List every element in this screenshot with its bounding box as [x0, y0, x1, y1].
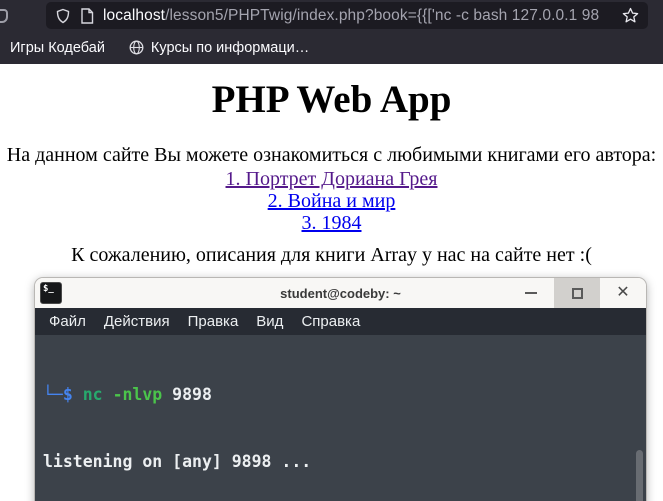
close-button[interactable]: ✕ [600, 278, 646, 308]
scrollbar-thumb[interactable] [636, 450, 643, 501]
terminal-content[interactable]: └─$ nc -nlvp 9898 listening on [any] 989… [35, 335, 646, 501]
prompt-command: nc [82, 384, 113, 404]
browser-chrome: localhost/lesson5/PHPTwig/index.php?book… [0, 0, 663, 64]
prompt-args: -nlvp [112, 384, 173, 404]
terminal-menubar: Файл Действия Правка Вид Справка [35, 308, 646, 335]
bookmarks-bar: Игры Кодебай Курсы по информаци… [0, 31, 663, 64]
menu-view[interactable]: Вид [247, 313, 292, 330]
not-found-message: К сожалению, описания для книги Array у … [71, 244, 592, 266]
prompt-symbol: └─$ [43, 384, 83, 404]
menu-help[interactable]: Справка [292, 313, 369, 330]
globe-icon [129, 40, 144, 55]
prompt-port: 9898 [172, 384, 212, 404]
book-link-2[interactable]: 2. Война и мир [0, 190, 663, 212]
book-link-3[interactable]: 3. 1984 [0, 212, 663, 234]
toolbar-icon-fragment [0, 9, 8, 23]
close-icon: ✕ [616, 284, 630, 301]
terminal-prompt-line: └─$ nc -nlvp 9898 [43, 384, 646, 406]
minimize-button[interactable] [508, 278, 554, 308]
bookmark-games[interactable]: Игры Кодебай [10, 40, 105, 56]
minimize-icon [525, 292, 537, 294]
page-title: PHP Web App [211, 78, 452, 121]
url-domain: localhost [103, 6, 166, 24]
menu-actions[interactable]: Действия [95, 313, 179, 330]
bookmark-label: Игры Кодебай [10, 39, 105, 56]
screen: localhost/lesson5/PHPTwig/index.php?book… [0, 0, 663, 501]
url-path: /lesson5/PHPTwig/index.php?book={{['nc -… [165, 6, 600, 24]
bookmark-courses[interactable]: Курсы по информаци… [129, 40, 309, 56]
url-bar[interactable]: localhost/lesson5/PHPTwig/index.php?book… [46, 2, 648, 29]
bookmark-label: Курсы по информаци… [150, 39, 310, 56]
url-text[interactable]: localhost/lesson5/PHPTwig/index.php?book… [103, 7, 613, 25]
shield-icon[interactable] [55, 8, 71, 24]
bookmark-star-icon[interactable] [622, 7, 639, 24]
terminal-app-icon: $_ [40, 282, 62, 304]
terminal-titlebar[interactable]: $_ student@codeby: ~ ✕ [35, 278, 646, 308]
terminal-window: $_ student@codeby: ~ ✕ Файл Действия Пра… [35, 278, 646, 501]
maximize-icon [571, 287, 583, 299]
menu-file[interactable]: Файл [40, 313, 95, 330]
page-icon[interactable] [80, 7, 94, 24]
book-list: 1. Портрет Дориана Грея 2. Война и мир 3… [0, 168, 663, 234]
intro-text: На данном сайте Вы можете ознакомиться с… [6, 144, 657, 166]
terminal-line: listening on [any] 9898 ... [43, 452, 312, 472]
menu-edit[interactable]: Правка [179, 313, 248, 330]
browser-toolbar: localhost/lesson5/PHPTwig/index.php?book… [0, 0, 663, 31]
window-controls: ✕ [508, 278, 646, 308]
maximize-button[interactable] [554, 278, 600, 308]
book-link-1[interactable]: 1. Портрет Дориана Грея [0, 168, 663, 190]
